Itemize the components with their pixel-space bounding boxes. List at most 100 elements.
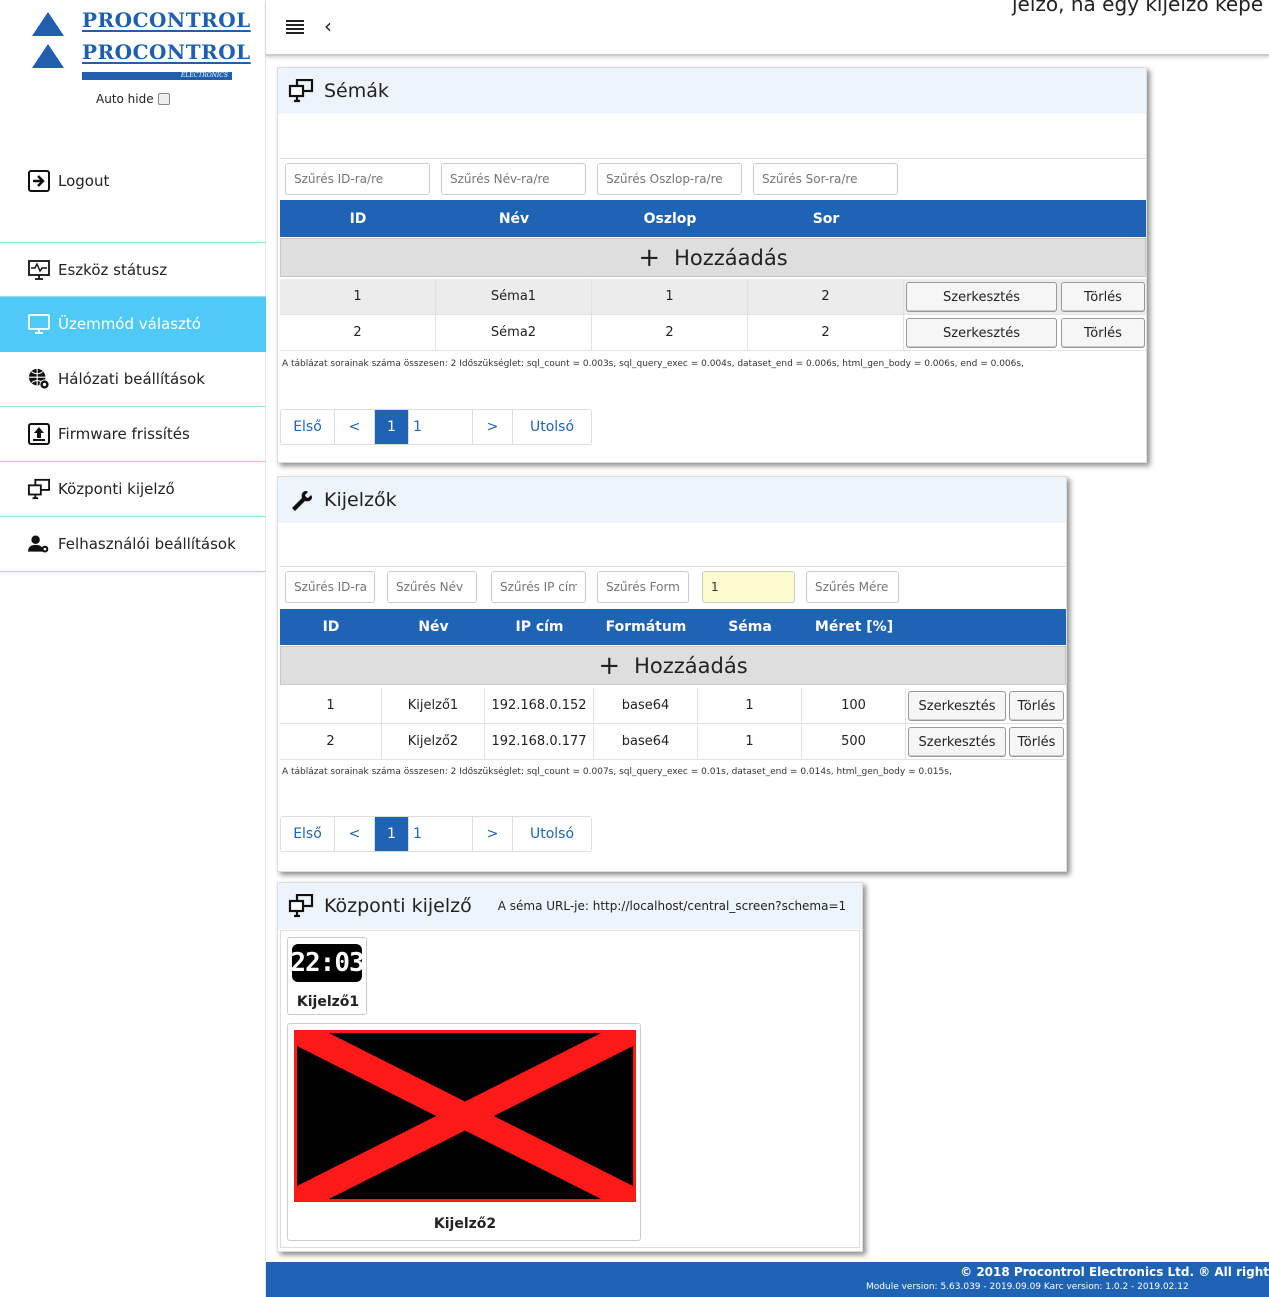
- sidebar-item-label: Üzemmód választó: [58, 315, 201, 333]
- monitor-icon: [28, 313, 50, 335]
- cell-size: 100: [802, 688, 906, 723]
- logo-triangle-icon: [32, 44, 64, 68]
- table-info: A táblázat sorainak száma összesen: 2 Id…: [282, 359, 1024, 369]
- column-header[interactable]: IP cím: [485, 609, 594, 645]
- column-header[interactable]: Formátum: [594, 609, 698, 645]
- pager-current-page[interactable]: 1: [375, 817, 409, 851]
- edit-button[interactable]: Szerkesztés: [906, 318, 1057, 348]
- delete-button[interactable]: Törlés: [1061, 318, 1145, 348]
- logo-subtitle: ELECTRONICS: [82, 72, 232, 80]
- sidebar: PROCONTROL PROCONTROL ELECTRONICS Auto h…: [0, 0, 266, 1297]
- table-header: ID Név IP cím Formátum Séma Méret [%]: [280, 609, 1066, 645]
- cell-id: 2: [280, 315, 436, 350]
- pager-first-button[interactable]: Első: [281, 410, 335, 444]
- table-info: A táblázat sorainak száma összesen: 2 Id…: [282, 767, 952, 777]
- cell-id: 1: [280, 688, 382, 723]
- sidebar-item-eszkoz-statusz[interactable]: Eszköz státusz: [0, 243, 266, 297]
- delete-button[interactable]: Törlés: [1061, 282, 1145, 312]
- plus-icon: +: [598, 650, 621, 681]
- cell-ip: 192.168.0.152: [485, 688, 594, 723]
- filter-id-input[interactable]: [285, 163, 430, 195]
- screens-icon: [288, 894, 314, 918]
- autohide-label: Auto hide: [96, 92, 154, 106]
- filter-column-input[interactable]: [597, 163, 742, 195]
- sidebar-item-uzemmod-valaszto[interactable]: Üzemmód választó: [0, 297, 266, 352]
- add-row-button[interactable]: + Hozzáadás: [280, 238, 1146, 277]
- filter-ip-input[interactable]: [491, 571, 586, 603]
- filter-format-input[interactable]: [597, 571, 689, 603]
- display-tile-label: Kijelző2: [433, 1216, 497, 1232]
- topbar-text: jelző, ha egy kijelző képe: [1012, 0, 1264, 16]
- copyright: © 2018 Procontrol Electronics Ltd. ® All…: [960, 1265, 1269, 1279]
- logo-triangle-icon: [32, 12, 64, 36]
- pager-current-page[interactable]: 1: [375, 410, 409, 444]
- cell-column: 1: [592, 279, 748, 314]
- sidebar-item-label: Központi kijelző: [58, 480, 175, 498]
- cell-name: Séma2: [436, 315, 592, 350]
- central-screen-panel: Központi kijelző A séma URL-je: http://l…: [277, 882, 863, 1252]
- displays-panel: Kijelzők ID Név IP cím Formátum Séma Mér…: [277, 476, 1067, 872]
- sidebar-item-firmware-frissites[interactable]: Firmware frissítés: [0, 407, 266, 462]
- filter-id-input[interactable]: [285, 571, 375, 603]
- hamburger-menu-icon[interactable]: [286, 20, 304, 34]
- cell-id: 1: [280, 279, 436, 314]
- logout-button[interactable]: Logout: [0, 163, 266, 199]
- display-tile[interactable]: 22:03 Kijelző1: [287, 937, 367, 1015]
- column-header[interactable]: Séma: [698, 609, 802, 645]
- column-header[interactable]: ID: [280, 609, 382, 645]
- pager-last-button[interactable]: Utolsó: [513, 410, 591, 444]
- column-header[interactable]: Méret [%]: [802, 609, 906, 645]
- filter-name-input[interactable]: [441, 163, 586, 195]
- sidebar-item-felhasznaloi-beallitasok[interactable]: Felhasználói beállítások: [0, 517, 266, 572]
- clock-display: 22:03: [290, 944, 365, 982]
- column-header[interactable]: Sor: [748, 200, 904, 237]
- filter-name-input[interactable]: [387, 571, 477, 603]
- filter-row-input[interactable]: [753, 163, 898, 195]
- autohide-checkbox[interactable]: [157, 93, 170, 105]
- pager-prev-button[interactable]: <: [335, 410, 375, 444]
- cell-name: Séma1: [436, 279, 592, 314]
- display-tile-label: Kijelző1: [296, 994, 360, 1010]
- pager-first-button[interactable]: Első: [281, 817, 335, 851]
- pager-prev-button[interactable]: <: [335, 817, 375, 851]
- edit-button[interactable]: Szerkesztés: [908, 727, 1006, 757]
- cell-name: Kijelző1: [382, 688, 485, 723]
- pager-next-button[interactable]: >: [473, 410, 513, 444]
- logo: PROCONTROL: [30, 8, 250, 38]
- column-header[interactable]: ID: [280, 200, 436, 237]
- sidebar-item-kozponti-kijelzo[interactable]: Központi kijelző: [0, 462, 266, 517]
- back-chevron-icon[interactable]: ‹: [324, 14, 332, 38]
- panel-title: Kijelzők: [324, 489, 397, 511]
- column-header[interactable]: Név: [382, 609, 485, 645]
- display-tile[interactable]: Kijelző2: [287, 1023, 641, 1241]
- delete-button[interactable]: Törlés: [1009, 727, 1064, 757]
- autohide: Auto hide: [96, 92, 170, 106]
- cell-row: 2: [748, 315, 904, 350]
- table-header: ID Név Oszlop Sor: [280, 200, 1146, 237]
- cell-schema: 1: [698, 724, 802, 759]
- add-row-button[interactable]: + Hozzáadás: [280, 646, 1066, 685]
- filter-size-input[interactable]: [806, 571, 899, 603]
- panel-title: Sémák: [324, 80, 389, 102]
- divider: [280, 566, 1066, 567]
- delete-button[interactable]: Törlés: [1009, 691, 1064, 721]
- pager-total: 1: [409, 817, 473, 851]
- edit-button[interactable]: Szerkesztés: [908, 691, 1006, 721]
- sidebar-item-halozati-beallitasok[interactable]: Hálózati beállítások: [0, 352, 266, 407]
- cell-name: Kijelző2: [382, 724, 485, 759]
- add-label: Hozzáadás: [674, 245, 788, 270]
- monitor-heartbeat-icon: [28, 259, 50, 281]
- column-header[interactable]: Név: [436, 200, 592, 237]
- filter-schema-input[interactable]: [702, 571, 795, 603]
- divider: [280, 158, 1146, 159]
- cell-column: 2: [592, 315, 748, 350]
- edit-button[interactable]: Szerkesztés: [906, 282, 1057, 312]
- logout-label: Logout: [58, 172, 110, 190]
- pager-next-button[interactable]: >: [473, 817, 513, 851]
- schema-url: A séma URL-je: http://localhost/central_…: [497, 899, 847, 913]
- column-header[interactable]: Oszlop: [592, 200, 748, 237]
- pager-last-button[interactable]: Utolsó: [513, 817, 591, 851]
- screens-icon: [28, 478, 50, 500]
- schemas-header: Sémák: [278, 68, 1146, 114]
- displays-header: Kijelzők: [278, 477, 1066, 523]
